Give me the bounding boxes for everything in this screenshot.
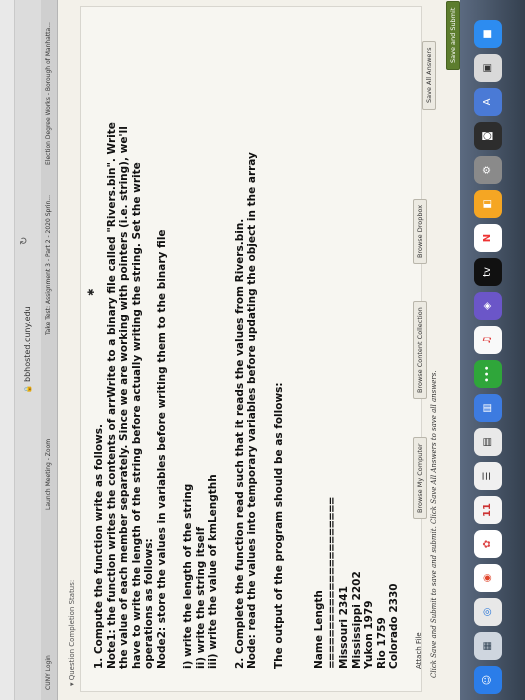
keynote-icon[interactable]: ▥ <box>474 394 502 422</box>
apple-tv-icon[interactable]: tv <box>474 258 502 286</box>
write-step: ii) write the string itself <box>194 526 207 669</box>
tab-cuny-login[interactable]: CUNY Login <box>43 530 55 690</box>
address-url: bbhosted.cuny.edu <box>23 306 32 382</box>
write-step: iii) write the value of kmLengthh <box>207 474 219 669</box>
browse-content-collection-button[interactable]: Browse Content Collection <box>413 301 427 399</box>
browser-toolbar: 🔒 bbhosted.cuny.edu ↻ <box>15 0 41 700</box>
test-page: ▾ Question Completion Status: ✱ 1. Compu… <box>58 0 460 700</box>
camera-icon[interactable]: ◙ <box>474 122 502 150</box>
attach-file-row: Attach File Browse My Computer Browse Co… <box>413 29 429 669</box>
chrome-icon[interactable]: ◉ <box>474 564 502 592</box>
finder-icon[interactable]: ☺ <box>474 666 502 694</box>
river-row: Colorado 2330 <box>388 583 400 669</box>
news-icon[interactable]: N <box>474 224 502 252</box>
messages-icon[interactable]: ••• <box>474 360 502 388</box>
write-step: i) write the length of the string <box>182 483 194 669</box>
address-bar[interactable]: 🔒 bbhosted.cuny.edu <box>19 250 37 450</box>
river-row: Rio 1759 <box>375 617 388 669</box>
table-rule: ====================== <box>325 497 338 669</box>
river-row: Yukon 1979 <box>363 600 375 669</box>
question-line: the value of each member separately. Sin… <box>118 126 130 669</box>
tab-bar: CUNY Login Launch Meeting - Zoom Take Te… <box>41 0 58 700</box>
save-all-answers-button[interactable]: Save All Answers <box>422 40 436 110</box>
browse-dropbox-button[interactable]: Browse Dropbox <box>413 198 427 264</box>
photos-icon[interactable]: ✿ <box>474 530 502 558</box>
river-row: Mississippi 2202 <box>350 571 363 669</box>
menu-bar <box>0 0 15 700</box>
music-icon[interactable]: ♫ <box>474 326 502 354</box>
question-completion-status[interactable]: ▾ Question Completion Status: <box>68 580 76 686</box>
question-line: 1. Compute the function write as follows… <box>93 424 105 669</box>
save-and-submit-button[interactable]: Save and Submit <box>446 0 460 70</box>
question-line: Note1: the function writes the contents … <box>105 122 118 669</box>
table-header: Name Length <box>313 590 325 669</box>
launchpad-icon[interactable]: ▦ <box>474 632 502 660</box>
dock: ☺ ▦ ◎ ◉ ✿ 11 ☰ ▤ ▥ ••• ♫ ◈ tv N ◧ ⚙ ◙ A … <box>460 0 525 700</box>
river-row: Missouri 2341 <box>338 586 350 669</box>
notes-icon[interactable]: ☰ <box>474 462 502 490</box>
reminders-icon[interactable]: ▤ <box>474 428 502 456</box>
question-line: Node2: store the values in variables bef… <box>155 229 168 669</box>
podcasts-icon[interactable]: ◈ <box>474 292 502 320</box>
attach-file-label: Attach File <box>415 632 423 669</box>
books-icon[interactable]: ◧ <box>474 190 502 218</box>
question-line: have to write the length of the string b… <box>130 162 143 669</box>
question-box: ✱ 1. Compute the function write as follo… <box>80 6 427 692</box>
submit-instructions: Click Save and Submit to save and submit… <box>430 370 438 678</box>
tab-take-test[interactable]: Take Test: Assignment 3 - Part 2 - 2020 … <box>43 170 55 335</box>
zoom-icon[interactable]: ■ <box>474 20 502 48</box>
calendar-icon[interactable]: 11 <box>474 496 502 524</box>
system-preferences-icon[interactable]: ⚙ <box>474 156 502 184</box>
output-intro: The output of the program should be as f… <box>272 382 285 669</box>
question-line: operations as follows: <box>143 538 155 669</box>
app-store-icon[interactable]: A <box>474 88 502 116</box>
question-line: 2. Complete the function read such that … <box>233 218 246 669</box>
tab-degree-works[interactable]: Election Degree Works - Borough of Manha… <box>43 5 55 165</box>
safari-icon[interactable]: ◎ <box>474 598 502 626</box>
preview-icon[interactable]: ▣ <box>474 54 502 82</box>
lock-icon: 🔒 <box>24 385 32 394</box>
question-line: Node: read the values into temporary var… <box>246 152 258 669</box>
rotated-screen: 🔒 bbhosted.cuny.edu ↻ CUNY Login Launch M… <box>0 0 525 700</box>
browse-my-computer-button[interactable]: Browse My Computer <box>413 437 427 519</box>
tab-zoom-meeting[interactable]: Launch Meeting - Zoom <box>43 350 55 510</box>
question-text: 1. Compute the function write as follows… <box>93 29 401 669</box>
refresh-icon[interactable]: ↻ <box>19 237 30 245</box>
